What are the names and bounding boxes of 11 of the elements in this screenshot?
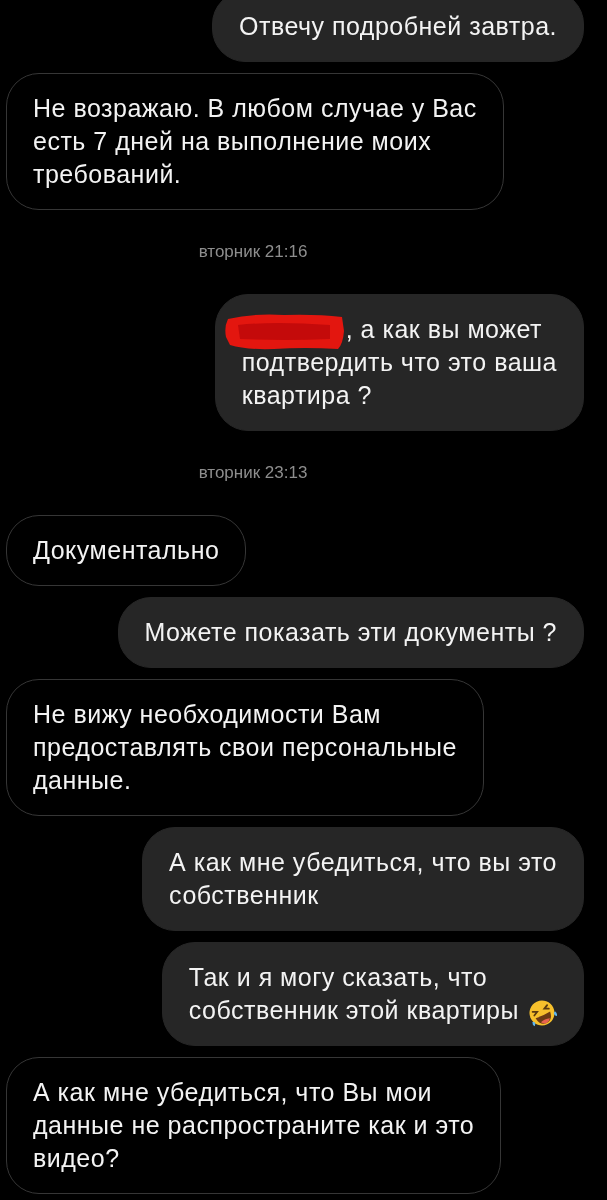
message-text: А как мне убедиться, что вы это собственник xyxy=(169,848,557,910)
message-text: Отвечу подробней завтра. xyxy=(239,12,557,40)
message-timestamp: вторник 23:13 xyxy=(198,463,308,484)
message-text: Не вижу необходимости Вам предоставлять свои персональные данные. xyxy=(33,700,457,795)
message-text: , а как вы может подтвердить что это ваша квартира ? xyxy=(241,315,557,410)
message-text: Так и я могу сказать, что собственник этой квартиры xyxy=(188,963,519,1025)
message-text: А как мне убедиться, что Вы мои данные не распространите как и это видео? xyxy=(33,1078,475,1173)
message-text: Можете показать эти документы ? xyxy=(144,618,557,647)
message-timestamp: вторник 21:16 xyxy=(198,242,308,262)
message-text: Документально xyxy=(33,536,220,565)
message-text: Не возражаю. В любом случае у Вас есть 7 дней на выполнение моих требований. xyxy=(33,94,477,188)
